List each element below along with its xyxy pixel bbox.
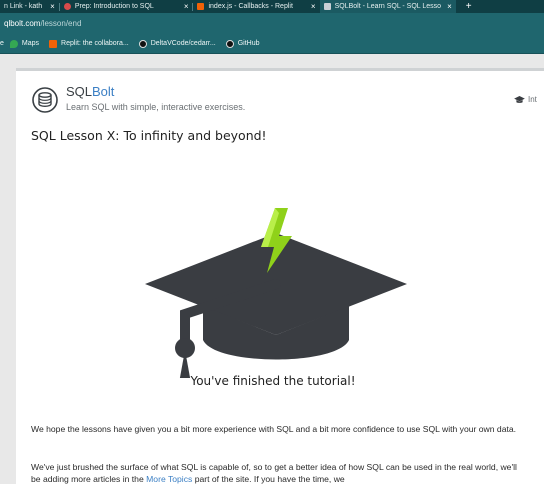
brand-sql: SQL <box>66 84 93 99</box>
bookmark-replit[interactable]: Replit: the collabora... <box>49 39 129 48</box>
tab-strip: n Link - kath × Prep: Introduction to SQ… <box>0 0 544 13</box>
tab-label: Prep: Introduction to SQL <box>74 3 154 10</box>
brand-bolt: Bolt <box>92 84 115 99</box>
github-icon <box>138 39 147 48</box>
close-icon[interactable]: × <box>447 2 452 11</box>
tab-label: index.js - Callbacks - Replit <box>208 3 293 10</box>
tab-favicon-icon <box>63 3 71 10</box>
bookmarks-bar: e Maps Replit: the collabora... DeltaVCo… <box>0 34 544 54</box>
replit-icon <box>49 39 58 48</box>
bookmark-maps[interactable]: Maps <box>9 39 40 48</box>
address-path: /lesson/end <box>40 19 82 28</box>
new-tab-button[interactable]: + <box>456 1 472 12</box>
content-card: SQLBolt Learn SQL with simple, interacti… <box>16 68 544 484</box>
replit-icon <box>197 3 205 10</box>
finished-message: You've finished the tutorial! <box>190 374 356 388</box>
tab-label: SQLBolt - Learn SQL - SQL Lesso <box>334 3 442 10</box>
tab-replit[interactable]: index.js - Callbacks - Replit × <box>193 0 319 13</box>
tab-label: n Link - kath <box>4 3 43 10</box>
github-icon <box>225 39 234 48</box>
site-tagline: Learn SQL with simple, interactive exerc… <box>66 102 246 112</box>
paragraph-intro: We hope the lessons have given you a bit… <box>31 424 517 434</box>
bookmark-github[interactable]: GitHub <box>225 39 260 48</box>
bookmark-deltavcode[interactable]: DeltaVCode/cedarr... <box>138 39 216 48</box>
paragraph-more: We've just brushed the surface of what S… <box>31 461 521 484</box>
database-icon <box>323 3 331 10</box>
bookmark-label: GitHub <box>237 40 260 47</box>
close-icon[interactable]: × <box>184 2 189 11</box>
bookmark-label: DeltaVCode/cedarr... <box>150 40 216 47</box>
map-pin-icon <box>9 39 18 48</box>
bookmark-apps[interactable]: e <box>0 40 4 47</box>
intro-link-label: Int <box>528 95 537 104</box>
database-logo-icon[interactable] <box>32 87 58 113</box>
more-topics-link[interactable]: More Topics <box>146 474 192 484</box>
tab-prep[interactable]: Prep: Introduction to SQL × <box>60 0 193 13</box>
graduation-cap-icon <box>514 95 525 103</box>
address-host: qlbolt.com <box>4 19 41 28</box>
bookmark-label: Maps <box>21 40 40 47</box>
lesson-title: SQL Lesson X: To infinity and beyond! <box>31 128 267 143</box>
bookmark-label: Replit: the collabora... <box>61 40 129 47</box>
intro-link[interactable]: Int <box>514 95 537 104</box>
paragraph-text: part of the site. If you have the time, … <box>192 474 345 484</box>
address-bar[interactable]: qlbolt.com/lesson/end <box>0 13 544 34</box>
tab-sqlbolt[interactable]: SQLBolt - Learn SQL - SQL Lesso × <box>319 0 456 13</box>
tab-linkedin[interactable]: n Link - kath × <box>0 0 59 13</box>
site-brand[interactable]: SQLBolt <box>66 84 114 99</box>
close-icon[interactable]: × <box>50 2 55 11</box>
graduation-cap-icon <box>145 208 407 378</box>
close-icon[interactable]: × <box>311 2 316 11</box>
